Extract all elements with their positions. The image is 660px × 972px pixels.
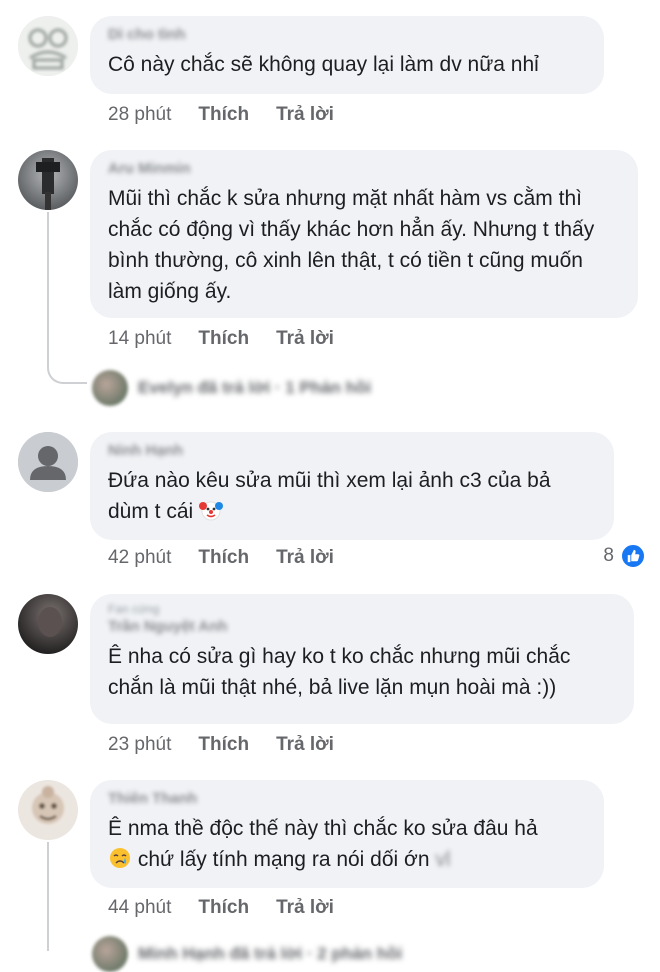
comment-text: Ê nma thề độc thế này thì chắc ko sửa đâ…: [108, 813, 586, 875]
avatar[interactable]: [18, 150, 78, 210]
reply-button[interactable]: Trả lời: [276, 328, 334, 350]
comment-text: Ê nha có sửa gì hay ko t ko chắc nhưng m…: [108, 645, 571, 699]
avatar: [92, 936, 128, 972]
avatar: [92, 370, 128, 406]
comment-author[interactable]: Dì cho tình: [108, 26, 586, 43]
reply-button[interactable]: Trả lời: [276, 897, 334, 919]
replies-summary: Minh Hạnh đã trả lời · 2 phản hồi: [138, 944, 403, 963]
avatar-image-icon: [18, 16, 78, 76]
avatar[interactable]: [18, 432, 78, 492]
crying-emoji-icon: [110, 848, 130, 868]
clown-emoji-icon: [199, 501, 224, 521]
avatar[interactable]: [18, 780, 78, 840]
view-replies-link[interactable]: Minh Hạnh đã trả lời · 2 phản hồi: [92, 936, 402, 972]
comment-time[interactable]: 44 phút: [108, 897, 171, 919]
comment-actions: 14 phút Thích Trả lời: [108, 328, 334, 350]
avatar-image-icon: [18, 594, 78, 654]
view-replies-link[interactable]: Evelyn đã trả lời · 1 Phản hồi: [92, 370, 371, 406]
comment-text: Mũi thì chắc k sửa nhưng mặt nhất hàm vs…: [108, 187, 595, 303]
comment-actions: 42 phút Thích Trả lời: [108, 547, 334, 569]
reply-button[interactable]: Trả lời: [276, 547, 334, 569]
comment-bubble: Thiên Thanh Ê nma thề độc thế này thì ch…: [90, 780, 604, 888]
reaction-summary[interactable]: 8: [603, 543, 646, 569]
comment-text-blurred: vl: [435, 848, 451, 871]
comment-text: Cô này chắc sẽ không quay lại làm dv nữa…: [108, 53, 539, 76]
like-button[interactable]: Thích: [198, 897, 249, 919]
like-button[interactable]: Thích: [198, 328, 249, 350]
comment-time[interactable]: 23 phút: [108, 734, 171, 756]
reply-button[interactable]: Trả lời: [276, 734, 334, 756]
comment-bubble: Ninh Hạnh Đứa nào kêu sửa mũi thì xem lạ…: [90, 432, 614, 540]
comment-bubble: Fan cứng Trần Nguyệt Anh Ê nha có sửa gì…: [90, 594, 634, 724]
comment-bubble: Dì cho tình Cô này chắc sẽ không quay lạ…: [90, 16, 604, 94]
comment-text-line: Ê nma thề độc thế này thì chắc ko sửa đâ…: [108, 817, 538, 840]
comment-actions: 23 phút Thích Trả lời: [108, 734, 334, 756]
avatar[interactable]: [18, 594, 78, 654]
comment-text-body: Đứa nào kêu sửa mũi thì xem lại ảnh c3 c…: [108, 469, 551, 523]
comment-text-line: chứ lấy tính mạng ra nói dối ớn vl: [108, 844, 586, 875]
comment-author[interactable]: Ninh Hạnh: [108, 442, 596, 459]
replies-summary: Evelyn đã trả lời · 1 Phản hồi: [138, 378, 372, 397]
thread-elbow: [47, 362, 87, 384]
avatar-image-icon: [18, 150, 78, 210]
comment-time[interactable]: 28 phút: [108, 104, 171, 126]
like-button[interactable]: Thích: [198, 734, 249, 756]
thread-line: [47, 842, 49, 951]
comment-author[interactable]: Trần Nguyệt Anh: [108, 618, 616, 635]
reaction-count: 8: [603, 545, 614, 566]
comment-bubble: Aru Minmin Mũi thì chắc k sửa nhưng mặt …: [90, 150, 638, 318]
like-button[interactable]: Thích: [198, 104, 249, 126]
thread-line: [47, 212, 49, 364]
fan-badge: Fan cứng: [108, 602, 160, 616]
comment-time[interactable]: 42 phút: [108, 547, 171, 569]
comment-text: Đứa nào kêu sửa mũi thì xem lại ảnh c3 c…: [108, 465, 596, 527]
avatar-image-icon: [18, 780, 78, 840]
comment-author[interactable]: Aru Minmin: [108, 160, 620, 177]
like-button[interactable]: Thích: [198, 547, 249, 569]
like-icon: [620, 543, 646, 569]
comment-text-body: chứ lấy tính mạng ra nói dối ớn: [137, 848, 430, 871]
reply-button[interactable]: Trả lời: [276, 104, 334, 126]
comment-actions: 28 phút Thích Trả lời: [108, 104, 334, 126]
comment-actions: 44 phút Thích Trả lời: [108, 897, 334, 919]
comment-time[interactable]: 14 phút: [108, 328, 171, 350]
comment-author[interactable]: Thiên Thanh: [108, 790, 586, 807]
default-avatar-icon: [18, 432, 78, 492]
avatar[interactable]: [18, 16, 78, 76]
